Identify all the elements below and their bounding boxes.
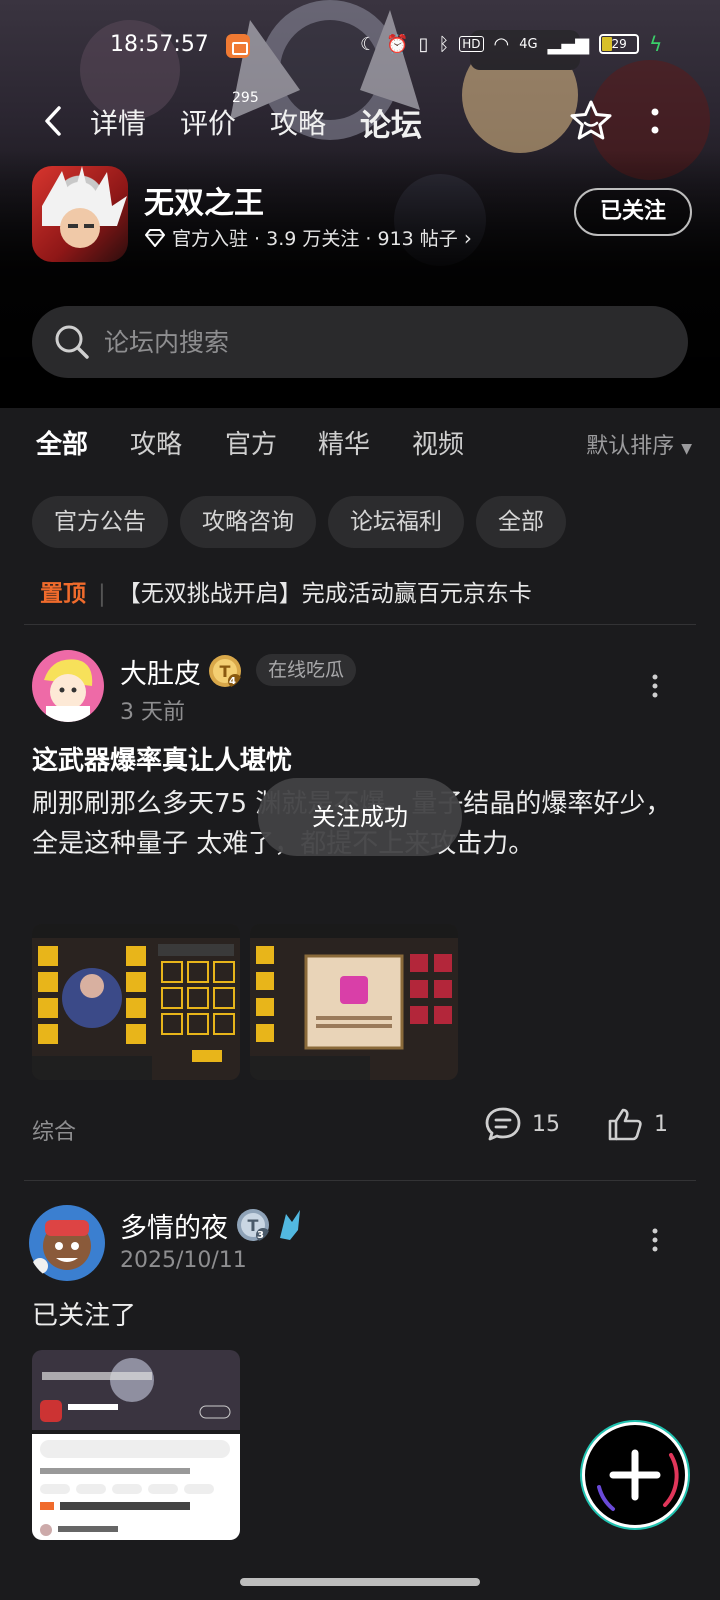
comment-count: 15 (532, 1111, 560, 1137)
status-time: 18:57:57 (110, 32, 209, 57)
search-icon (55, 325, 89, 359)
forum-search-box[interactable] (32, 306, 688, 378)
game-meta[interactable]: 官方入驻 · 3.9 万关注 · 913 帖子 › (144, 224, 472, 251)
tab-forum[interactable]: 论坛 (360, 100, 422, 147)
signal-icon: ▂▄▆ (547, 33, 590, 55)
user-tag: 在线吃瓜 (256, 654, 357, 686)
thumbs-up-icon (608, 1108, 642, 1141)
pinned-tag: 置顶 (40, 581, 86, 607)
post-image[interactable] (250, 924, 458, 1080)
topic-chips: 官方公告 攻略咨询 论坛福利 全部 (32, 496, 566, 548)
bluetooth-icon: ᛒ (438, 33, 450, 55)
game-title: 无双之王 (144, 186, 264, 221)
toast-message: 关注成功 (258, 778, 462, 856)
pinned-text: 【无双挑战开启】完成活动赢百元京东卡 (117, 581, 532, 607)
battery-icon: 29 (599, 34, 640, 54)
chip-guide-consult[interactable]: 攻略咨询 (180, 496, 316, 548)
tab-guides[interactable]: 攻略 (270, 102, 326, 142)
hd-icon: HD (459, 36, 484, 52)
alarm-icon: ⏰ (386, 33, 409, 55)
sort-dropdown[interactable]: 默认排序 ▼ (586, 428, 692, 460)
post-card[interactable]: 大肚皮 T 4 在线吃瓜 3 天前 这武器爆率真让人堪忧 刷那刷那么多天75 渊… (0, 648, 720, 1168)
post-image[interactable] (32, 1350, 240, 1540)
level-badge-icon: T (209, 655, 242, 688)
like-count: 1 (654, 1111, 668, 1137)
game-info: 无双之王 官方入驻 · 3.9 万关注 · 913 帖子 › 已关注 (32, 166, 692, 266)
post-more-icon[interactable] (652, 674, 658, 698)
avatar[interactable] (28, 1204, 106, 1282)
level-number: 4 (229, 676, 236, 687)
game-icon[interactable] (32, 166, 128, 262)
divider (24, 624, 696, 625)
plus-icon (597, 1449, 679, 1511)
post-body: 已关注了 (32, 1301, 137, 1331)
vibrate-icon: ▯ (418, 33, 429, 55)
post-image[interactable] (32, 924, 240, 1080)
caret-down-icon: ▼ (681, 441, 692, 457)
avatar[interactable] (32, 650, 104, 722)
category-tab-official[interactable]: 官方 (225, 424, 277, 461)
game-meta-text: 官方入驻 · 3.9 万关注 · 913 帖子 (172, 228, 458, 250)
post-time: 2025/10/11 (120, 1248, 247, 1273)
comment-icon (485, 1107, 521, 1141)
category-tab-all-label: 全部 (36, 430, 89, 460)
diamond-icon (145, 228, 165, 247)
sort-label: 默认排序 (586, 434, 675, 459)
post-category[interactable]: 综合 (32, 1114, 76, 1146)
tab-details[interactable]: 详情 (90, 102, 146, 142)
status-bar: 18:57:57 ☾ ⏰ ▯ ᛒ HD ◠ 4G ▂▄▆ 29 ϟ (0, 28, 720, 64)
post-author[interactable]: 多情的夜 (120, 1206, 228, 1245)
reviews-count-badge: 295 (232, 90, 259, 106)
post-card[interactable]: 多情的夜 T 3 2025/10/11 已关注了 (0, 1202, 720, 1582)
search-input[interactable] (104, 306, 664, 378)
pinned-post[interactable]: 置顶 | 【无双挑战开启】完成活动赢百元京东卡 (40, 574, 690, 614)
chevron-right-icon: › (463, 225, 472, 250)
follow-button[interactable]: 已关注 (574, 188, 692, 236)
level-badge-icon: T (237, 1209, 270, 1242)
divider (24, 1180, 696, 1181)
comment-stat[interactable]: 15 (484, 1106, 560, 1142)
more-options-icon[interactable] (650, 106, 660, 136)
moon-icon: ☾ (360, 33, 377, 55)
chip-all[interactable]: 全部 (476, 496, 566, 548)
like-stat[interactable]: 1 (606, 1106, 668, 1142)
post-title: 这武器爆率真让人堪忧 (32, 746, 293, 776)
notification-app-icon (226, 34, 250, 58)
category-tab-all[interactable]: 全部 (36, 424, 89, 461)
wing-badge-icon (280, 1210, 300, 1240)
chip-official-notice[interactable]: 官方公告 (32, 496, 168, 548)
battery-level: 29 (611, 37, 627, 51)
tab-forum-label: 论坛 (360, 108, 422, 144)
category-tab-guides[interactable]: 攻略 (130, 424, 182, 461)
create-post-button[interactable] (582, 1422, 688, 1528)
favorite-star-icon[interactable] (568, 98, 614, 144)
category-tab-video[interactable]: 视频 (412, 424, 464, 461)
category-tab-featured[interactable]: 精华 (318, 424, 370, 461)
post-more-icon[interactable] (652, 1228, 658, 1252)
network-type: 4G (519, 36, 538, 52)
back-arrow-icon[interactable] (40, 104, 66, 138)
home-indicator[interactable] (240, 1578, 480, 1586)
category-tabs: 全部 攻略 官方 精华 视频 默认排序 ▼ (0, 420, 720, 470)
top-navigation: 详情 评价 295 攻略 论坛 (0, 90, 720, 148)
wifi-icon: ◠ (493, 33, 510, 55)
chip-forum-welfare[interactable]: 论坛福利 (328, 496, 464, 548)
level-number: 3 (257, 1230, 264, 1241)
tab-reviews[interactable]: 评价 (180, 102, 236, 142)
post-time: 3 天前 (120, 700, 185, 725)
post-author[interactable]: 大肚皮 (120, 652, 201, 691)
charging-icon: ϟ (649, 32, 663, 56)
